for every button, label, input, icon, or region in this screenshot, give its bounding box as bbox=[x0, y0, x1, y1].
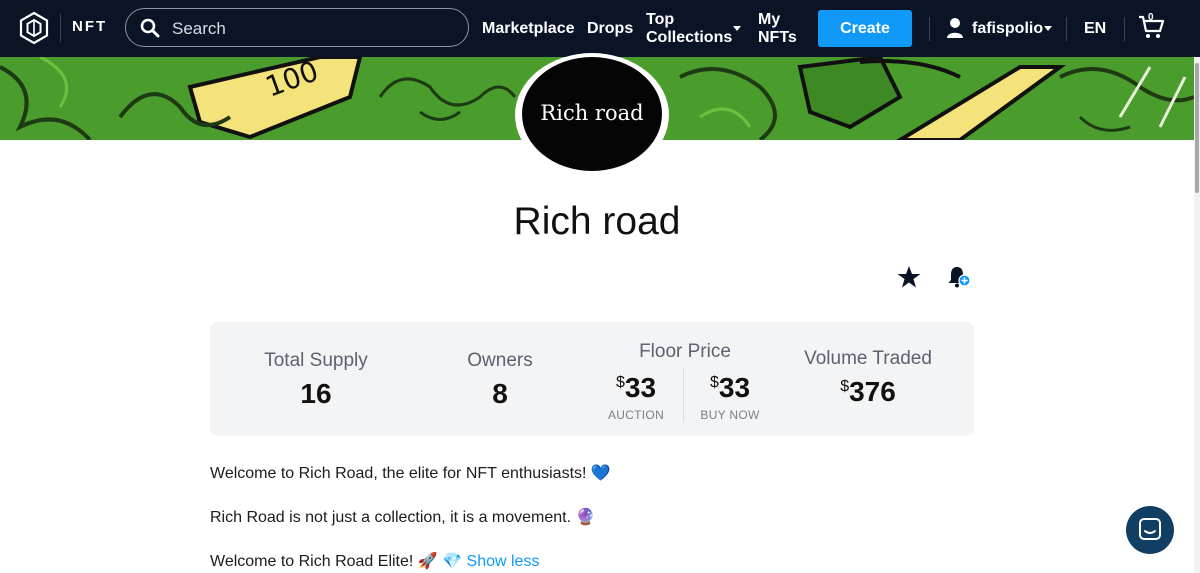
description-line-3-text: Welcome to Rich Road Elite! 🚀 💎 bbox=[210, 553, 463, 570]
nav-top-collections[interactable]: Top Collections bbox=[646, 11, 732, 47]
username-label[interactable]: fafispolio bbox=[972, 20, 1043, 38]
stat-floor-buy-now: $33 BUY NOW bbox=[692, 372, 768, 422]
stat-label: Total Supply bbox=[264, 350, 368, 371]
nav-divider bbox=[929, 17, 930, 41]
currency-symbol: $ bbox=[615, 374, 625, 391]
floor-price-divider bbox=[683, 368, 684, 422]
user-icon[interactable] bbox=[946, 17, 964, 39]
search-icon bbox=[140, 18, 160, 38]
stat-value: $376 bbox=[796, 376, 940, 408]
nav-my-nfts-line1: My bbox=[758, 11, 781, 28]
volume-value: 376 bbox=[849, 376, 896, 407]
description-line-3: Welcome to Rich Road Elite! 🚀 💎 Show les… bbox=[210, 551, 539, 571]
page-scrollbar[interactable] bbox=[1194, 57, 1200, 573]
stat-value: 16 bbox=[300, 378, 332, 409]
chat-button[interactable] bbox=[1126, 506, 1174, 554]
search-box[interactable] bbox=[125, 8, 469, 47]
nav-marketplace[interactable]: Marketplace bbox=[482, 20, 575, 38]
search-input[interactable] bbox=[170, 17, 454, 41]
auction-price: 33 bbox=[624, 372, 657, 403]
nav-top-collections-line2: Collections bbox=[646, 29, 733, 46]
chevron-down-icon[interactable] bbox=[1044, 26, 1052, 31]
bell-plus-icon[interactable] bbox=[945, 264, 971, 290]
stat-label: Floor Price bbox=[639, 341, 731, 362]
nav-divider bbox=[1066, 17, 1067, 41]
nav-divider bbox=[60, 14, 61, 42]
language-selector[interactable]: EN bbox=[1084, 20, 1106, 38]
logo-icon[interactable] bbox=[18, 11, 50, 45]
collection-title: Rich road bbox=[513, 200, 681, 243]
nav-my-nfts-line2: NFTs bbox=[758, 29, 797, 46]
star-icon[interactable] bbox=[896, 264, 922, 290]
buy-now-label: BUY NOW bbox=[700, 408, 760, 422]
cart-count: 0 bbox=[1148, 12, 1154, 23]
description-line-2: Rich Road is not just a collection, it i… bbox=[210, 509, 596, 526]
currency-symbol: $ bbox=[840, 378, 850, 395]
stat-value: $33 bbox=[598, 372, 674, 404]
stat-label: Volume Traded bbox=[804, 348, 932, 369]
stat-owners: Owners 8 bbox=[430, 350, 570, 410]
buy-now-price: 33 bbox=[718, 372, 751, 403]
show-less-link[interactable]: Show less bbox=[467, 553, 540, 570]
collection-avatar: Rich road bbox=[522, 57, 662, 171]
avatar-text: Rich road bbox=[540, 101, 644, 125]
stat-floor-auction: $33 AUCTION bbox=[598, 372, 674, 422]
scrollbar-thumb[interactable] bbox=[1195, 63, 1199, 193]
chat-icon bbox=[1139, 518, 1161, 540]
auction-label: AUCTION bbox=[607, 408, 665, 422]
nav-drops[interactable]: Drops bbox=[587, 20, 633, 38]
stat-total-supply: Total Supply 16 bbox=[238, 350, 394, 410]
nav-divider bbox=[1124, 17, 1125, 41]
currency-symbol: $ bbox=[709, 374, 719, 391]
stat-value: $33 bbox=[692, 372, 768, 404]
top-navbar: NFT Marketplace Drops Top Collections My… bbox=[0, 0, 1200, 57]
stat-volume-traded: Volume Traded $376 bbox=[796, 348, 940, 408]
chevron-down-icon[interactable] bbox=[733, 26, 741, 31]
description-line-1: Welcome to Rich Road, the elite for NFT … bbox=[210, 465, 611, 482]
create-button[interactable]: Create bbox=[818, 10, 912, 47]
stat-value: 8 bbox=[492, 378, 508, 409]
stat-label: Owners bbox=[467, 350, 533, 371]
brand-label[interactable]: NFT bbox=[72, 18, 107, 35]
stat-floor-price-label-wrap: Floor Price bbox=[605, 341, 765, 363]
nav-my-nfts[interactable]: My NFTs bbox=[758, 11, 797, 47]
collection-stats-panel: Total Supply 16 Owners 8 Floor Price $33… bbox=[210, 322, 974, 436]
nav-top-collections-line1: Top bbox=[646, 11, 675, 28]
